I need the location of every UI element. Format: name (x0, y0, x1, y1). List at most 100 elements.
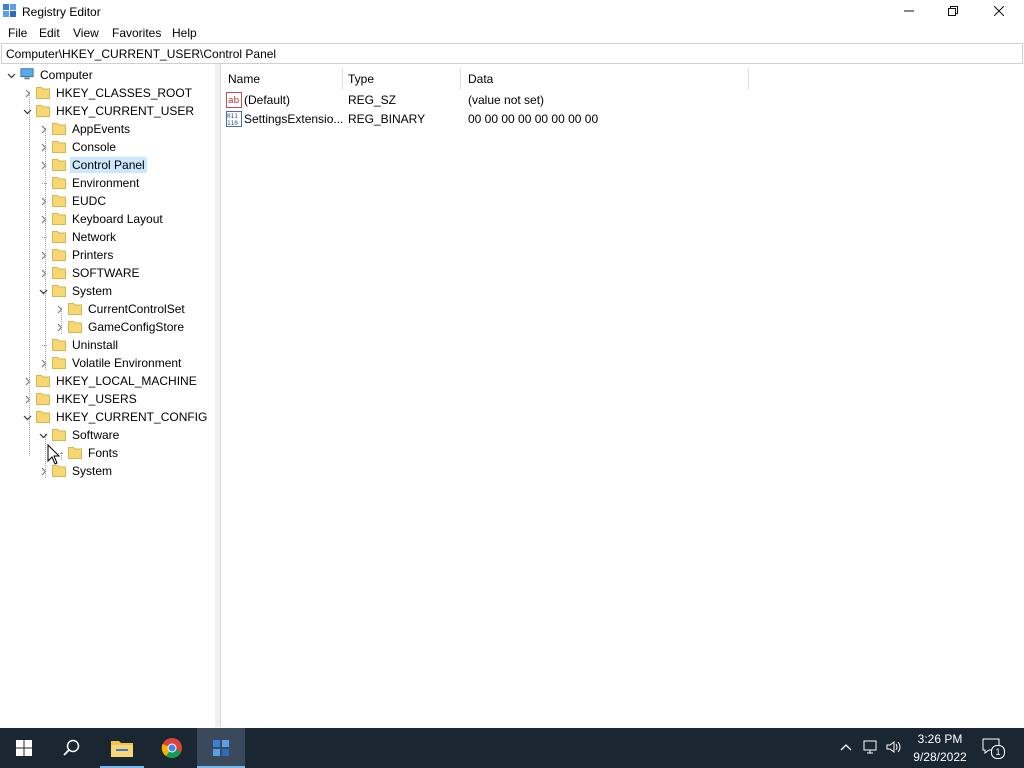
chevron-right-icon[interactable] (37, 141, 49, 153)
folder-icon (68, 319, 86, 336)
volume-icon[interactable] (886, 740, 902, 754)
value-type: REG_SZ (348, 93, 397, 107)
tree-item-label: HKEY_CURRENT_USER (56, 104, 195, 118)
chevron-down-icon[interactable] (5, 69, 17, 81)
chevron-right-icon[interactable] (37, 213, 49, 225)
tree-item-hkey-current-user[interactable]: HKEY_CURRENT_USER (21, 102, 196, 120)
tree-item-computer[interactable]: Computer (5, 66, 95, 84)
tree-item-network[interactable]: Network (37, 228, 118, 246)
folder-icon (52, 121, 70, 138)
tree-item-printers[interactable]: Printers (37, 246, 115, 264)
chevron-right-icon[interactable] (21, 393, 33, 405)
tree-item-fonts[interactable]: Fonts (53, 444, 120, 462)
tree-item-software[interactable]: SOFTWARE (37, 264, 142, 282)
tree-leaf-spacer (37, 231, 49, 243)
tree-item-label: Fonts (88, 446, 119, 460)
search-button[interactable] (48, 728, 96, 768)
column-header-data[interactable]: Data (461, 68, 749, 90)
window-title: Registry Editor (22, 5, 101, 19)
file-explorer-button[interactable] (98, 728, 146, 768)
folder-icon (52, 157, 70, 174)
folder-icon (52, 139, 70, 156)
value-row[interactable]: 011 110 SettingsExtensio... REG_BINARY 0… (221, 110, 821, 128)
tree-item-system[interactable]: System (37, 282, 114, 300)
column-header-name[interactable]: Name (221, 68, 343, 90)
tree-item-software[interactable]: Software (37, 426, 121, 444)
tree-item-label: HKEY_CURRENT_CONFIG (56, 410, 208, 424)
folder-icon (52, 211, 70, 228)
value-name: SettingsExtensio... (244, 112, 344, 126)
tree-item-label: Uninstall (72, 338, 119, 352)
folder-icon (36, 373, 54, 390)
svg-text:011: 011 (227, 113, 238, 120)
minimize-button[interactable] (886, 0, 932, 22)
chevron-down-icon[interactable] (37, 429, 49, 441)
search-icon (63, 739, 80, 756)
folder-icon (52, 175, 70, 192)
chevron-right-icon[interactable] (53, 321, 65, 333)
tree-item-label: Volatile Environment (72, 356, 182, 370)
tree-item-volatile-environment[interactable]: Volatile Environment (37, 354, 183, 372)
network-icon[interactable] (863, 740, 879, 754)
close-button[interactable] (976, 0, 1022, 22)
folder-icon (52, 427, 70, 444)
tree-item-label: EUDC (72, 194, 107, 208)
folder-icon (36, 85, 54, 102)
clock-time[interactable]: 3:26 PM (910, 732, 970, 746)
chevron-down-icon[interactable] (21, 105, 33, 117)
chevron-right-icon[interactable] (37, 159, 49, 171)
chevron-up-icon[interactable] (840, 742, 852, 752)
menu-view[interactable]: View (73, 26, 99, 40)
restore-button[interactable] (930, 0, 976, 22)
tree-item-uninstall[interactable]: Uninstall (37, 336, 120, 354)
chevron-right-icon[interactable] (37, 465, 49, 477)
tree-pane[interactable]: Computer HKEY_CLASSES_ROOT HKEY_CURRENT_US… (0, 64, 216, 727)
registry-editor-icon (213, 740, 229, 756)
tree-item-hkey-classes-root[interactable]: HKEY_CLASSES_ROOT (21, 84, 194, 102)
chevron-right-icon[interactable] (37, 195, 49, 207)
registry-editor-taskbar-button[interactable] (197, 728, 245, 768)
chevron-right-icon[interactable] (37, 267, 49, 279)
chevron-right-icon[interactable] (53, 303, 65, 315)
tree-item-environment[interactable]: Environment (37, 174, 141, 192)
chevron-down-icon[interactable] (21, 411, 33, 423)
tree-item-control-panel[interactable]: Control Panel (37, 156, 147, 174)
chevron-right-icon[interactable] (37, 357, 49, 369)
menu-edit[interactable]: Edit (39, 26, 60, 40)
tree-item-hkey-current-config[interactable]: HKEY_CURRENT_CONFIG (21, 408, 209, 426)
chevron-right-icon[interactable] (37, 123, 49, 135)
menu-favorites[interactable]: Favorites (112, 26, 161, 40)
tree-item-appevents[interactable]: AppEvents (37, 120, 132, 138)
tree-item-label: Printers (72, 248, 114, 262)
menu-bar: File Edit View Favorites Help (0, 24, 1024, 43)
chrome-icon (161, 738, 182, 758)
tree-item-console[interactable]: Console (37, 138, 118, 156)
notification-count: 1 (991, 745, 1005, 759)
tree-item-currentcontrolset[interactable]: CurrentControlSet (53, 300, 187, 318)
menu-help[interactable]: Help (172, 26, 197, 40)
tree-item-gameconfigstore[interactable]: GameConfigStore (53, 318, 186, 336)
tree-item-hkey-users[interactable]: HKEY_USERS (21, 390, 139, 408)
tree-item-keyboard-layout[interactable]: Keyboard Layout (37, 210, 165, 228)
tree-item-label: Control Panel (70, 157, 147, 173)
tree-item-eudc[interactable]: EUDC (37, 192, 108, 210)
chevron-right-icon[interactable] (37, 249, 49, 261)
address-bar[interactable]: Computer\HKEY_CURRENT_USER\Control Panel (1, 43, 1023, 64)
start-button[interactable] (0, 728, 48, 768)
minimize-icon (904, 10, 914, 12)
clock-date[interactable]: 9/28/2022 (902, 750, 978, 764)
chevron-right-icon[interactable] (21, 87, 33, 99)
mouse-cursor-icon (47, 444, 61, 465)
start-icon (16, 740, 32, 756)
column-header-type[interactable]: Type (341, 68, 461, 90)
tree-item-label: System (72, 284, 113, 298)
chrome-button[interactable] (148, 728, 196, 768)
tree-item-hkey-local-machine[interactable]: HKEY_LOCAL_MACHINE (21, 372, 199, 390)
folder-icon (36, 391, 54, 408)
menu-file[interactable]: File (8, 26, 27, 40)
chevron-right-icon[interactable] (21, 375, 33, 387)
notification-button[interactable]: 1 (982, 738, 1005, 759)
values-pane[interactable]: Name Type Data ab (Default) REG_SZ (valu… (221, 64, 1024, 727)
chevron-down-icon[interactable] (37, 285, 49, 297)
value-row[interactable]: ab (Default) REG_SZ (value not set) (221, 91, 821, 109)
